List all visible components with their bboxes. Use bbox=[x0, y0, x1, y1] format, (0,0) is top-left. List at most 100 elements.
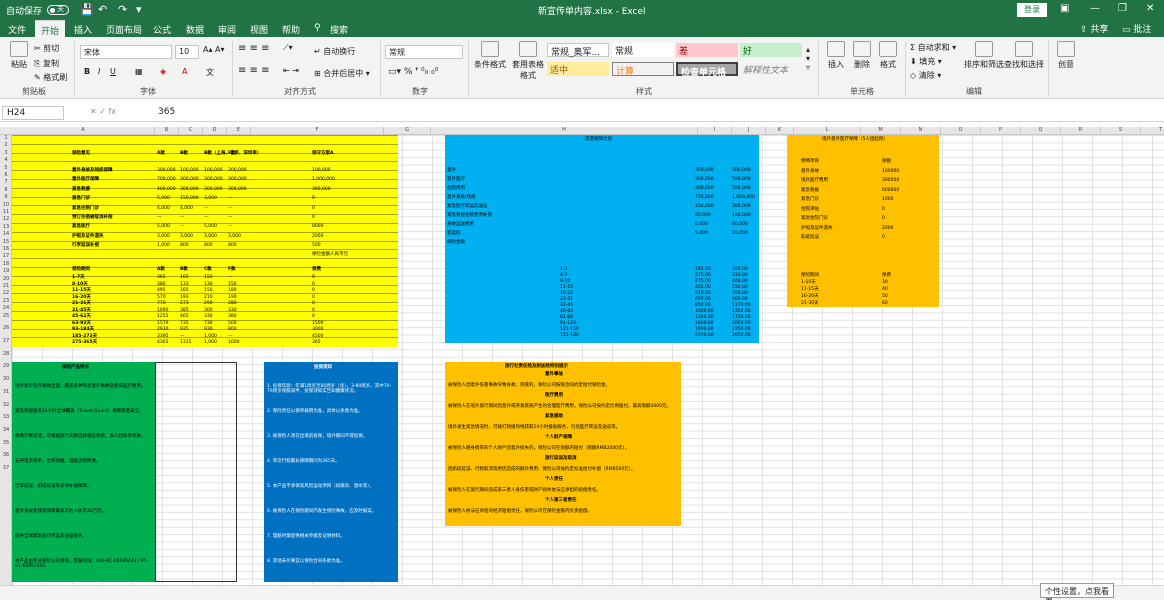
indent-icon[interactable]: ⇤ ⇥ bbox=[283, 66, 299, 75]
row-header-31[interactable]: 31 bbox=[0, 389, 12, 395]
row-header-5[interactable]: 5 bbox=[0, 165, 12, 171]
border-icon[interactable]: ▦ bbox=[135, 67, 143, 76]
row-header-27[interactable]: 27 bbox=[0, 338, 12, 344]
tab-help[interactable]: 帮助 bbox=[282, 23, 300, 36]
row-header-34[interactable]: 34 bbox=[0, 427, 12, 433]
customize-icon[interactable]: ▾ bbox=[136, 3, 142, 16]
share-button[interactable]: ⇪ 共享 bbox=[1080, 22, 1108, 35]
row-header-10[interactable]: 10 bbox=[0, 202, 12, 208]
formula-input[interactable]: 365 bbox=[158, 107, 175, 117]
style-bad[interactable]: 差 bbox=[676, 43, 738, 57]
column-header-h[interactable]: H bbox=[431, 127, 698, 135]
row-header-2[interactable]: 2 bbox=[0, 142, 12, 148]
delete-cells-button[interactable]: 删除 bbox=[850, 41, 874, 70]
row-header-1[interactable]: 1 bbox=[0, 135, 12, 141]
close-button[interactable]: ✕ bbox=[1146, 3, 1154, 14]
column-header-p[interactable]: P bbox=[981, 127, 1021, 135]
row-header-3[interactable]: 3 bbox=[0, 150, 12, 156]
style-normal-custom[interactable]: 常规_奥军... bbox=[547, 43, 609, 58]
column-header-m[interactable]: M bbox=[861, 127, 901, 135]
column-header-a[interactable]: A bbox=[12, 127, 155, 135]
column-header-r[interactable]: R bbox=[1061, 127, 1101, 135]
row-header-20[interactable]: 20 bbox=[0, 276, 12, 282]
column-header-c[interactable]: C bbox=[179, 127, 203, 135]
conditional-format-button[interactable]: 条件格式 bbox=[472, 41, 508, 70]
row-header-9[interactable]: 9 bbox=[0, 194, 12, 200]
column-header-q[interactable]: Q bbox=[1021, 127, 1061, 135]
row-header-8[interactable]: 8 bbox=[0, 187, 12, 193]
font-size-select[interactable]: 10 bbox=[175, 45, 199, 59]
row-header-11[interactable]: 11 bbox=[0, 209, 12, 215]
tab-home[interactable]: 开始 bbox=[35, 20, 66, 37]
font-color-icon[interactable]: A bbox=[182, 67, 187, 76]
login-button[interactable]: 登录 bbox=[1017, 3, 1047, 17]
table-format-button[interactable]: 套用表格格式 bbox=[510, 41, 546, 81]
restore-button[interactable]: ❐ bbox=[1118, 3, 1127, 14]
clear-button[interactable]: ◇ 清除 ▾ bbox=[910, 70, 941, 81]
format-painter-button[interactable]: ✎ 格式刷 bbox=[34, 72, 67, 83]
underline-button[interactable]: U bbox=[110, 67, 116, 76]
column-header-t[interactable]: T bbox=[1141, 127, 1164, 135]
column-header-l[interactable]: L bbox=[794, 127, 861, 135]
row-header-28[interactable]: 28 bbox=[0, 351, 12, 357]
row-header-24[interactable]: 24 bbox=[0, 305, 12, 311]
sort-filter-button[interactable]: 排序和筛选 bbox=[964, 41, 1004, 70]
tab-insert[interactable]: 插入 bbox=[74, 23, 92, 36]
search-icon[interactable]: ⚲ bbox=[314, 23, 321, 33]
row-header-12[interactable]: 12 bbox=[0, 216, 12, 222]
row-header-26[interactable]: 26 bbox=[0, 325, 12, 331]
row-header-23[interactable]: 23 bbox=[0, 298, 12, 304]
column-header-j[interactable]: J bbox=[732, 127, 766, 135]
column-header-s[interactable]: S bbox=[1101, 127, 1141, 135]
save-icon[interactable]: 💾 bbox=[80, 3, 94, 16]
merge-center-button[interactable]: ⊞ 合并后居中 ▾ bbox=[314, 68, 370, 79]
tab-view[interactable]: 视图 bbox=[250, 23, 268, 36]
find-select-button[interactable]: 查找和选择 bbox=[1004, 41, 1044, 70]
row-header-37[interactable]: 37 bbox=[0, 465, 12, 471]
row-header-36[interactable]: 36 bbox=[0, 452, 12, 458]
row-header-22[interactable]: 22 bbox=[0, 290, 12, 296]
bold-button[interactable]: B bbox=[84, 67, 90, 76]
copy-button[interactable]: ⎘ 复制 bbox=[34, 58, 59, 69]
number-format-icons[interactable]: ▭▾ % ❜ ⁰₀ ₀⁰ bbox=[388, 67, 438, 77]
paste-button[interactable]: 粘贴 bbox=[6, 41, 32, 70]
row-header-32[interactable]: 32 bbox=[0, 402, 12, 408]
tab-data[interactable]: 数据 bbox=[186, 23, 204, 36]
wrap-text-button[interactable]: ↵ 自动换行 bbox=[314, 46, 355, 57]
ribbon-display-icon[interactable]: ▣ bbox=[1060, 3, 1069, 14]
tab-file[interactable]: 文件 bbox=[8, 23, 26, 36]
row-header-18[interactable]: 18 bbox=[0, 261, 12, 267]
style-neutral[interactable]: 适中 bbox=[547, 62, 609, 76]
align-top-icon[interactable]: ≡ ≡ ≡ bbox=[238, 43, 270, 54]
column-header-b[interactable]: B bbox=[155, 127, 179, 135]
row-header-30[interactable]: 30 bbox=[0, 376, 12, 382]
insert-cells-button[interactable]: 插入 bbox=[824, 41, 848, 70]
row-header-19[interactable]: 19 bbox=[0, 268, 12, 274]
column-header-g[interactable]: G bbox=[384, 127, 431, 135]
row-header-6[interactable]: 6 bbox=[0, 172, 12, 178]
minimize-button[interactable]: — bbox=[1090, 3, 1100, 14]
search-label[interactable]: 搜索 bbox=[330, 23, 348, 36]
row-header-16[interactable]: 16 bbox=[0, 246, 12, 252]
style-calculation[interactable]: 计算 bbox=[612, 62, 674, 77]
row-header-15[interactable]: 15 bbox=[0, 239, 12, 245]
font-name-select[interactable]: 宋体 bbox=[80, 45, 172, 59]
column-header-n[interactable]: N bbox=[901, 127, 941, 135]
tab-formulas[interactable]: 公式 bbox=[153, 23, 171, 36]
formula-cancel-icon[interactable]: ✕ ✓ fx bbox=[90, 107, 116, 116]
tab-page-layout[interactable]: 页面布局 bbox=[106, 23, 142, 36]
fill-button[interactable]: ⬇ 填充 ▾ bbox=[910, 56, 942, 67]
column-header-o[interactable]: O bbox=[941, 127, 981, 135]
ideas-button[interactable]: 创意 bbox=[1054, 41, 1078, 70]
italic-button[interactable]: I bbox=[98, 67, 100, 76]
number-format-select[interactable]: 常规 bbox=[385, 45, 463, 59]
row-header-14[interactable]: 14 bbox=[0, 231, 12, 237]
orientation-icon[interactable]: ⟋▾ bbox=[283, 43, 293, 53]
row-header-33[interactable]: 33 bbox=[0, 414, 12, 420]
style-check-cell[interactable]: 检查单元格 bbox=[676, 62, 738, 78]
styles-scroll-icon[interactable]: ▴ ▾ ▿ bbox=[806, 45, 810, 72]
column-header-f[interactable]: F bbox=[251, 127, 384, 135]
column-header-d[interactable]: D bbox=[203, 127, 227, 135]
style-explanatory[interactable]: 解释性文本 bbox=[740, 62, 802, 76]
redo-icon[interactable]: ↷ bbox=[118, 3, 127, 16]
